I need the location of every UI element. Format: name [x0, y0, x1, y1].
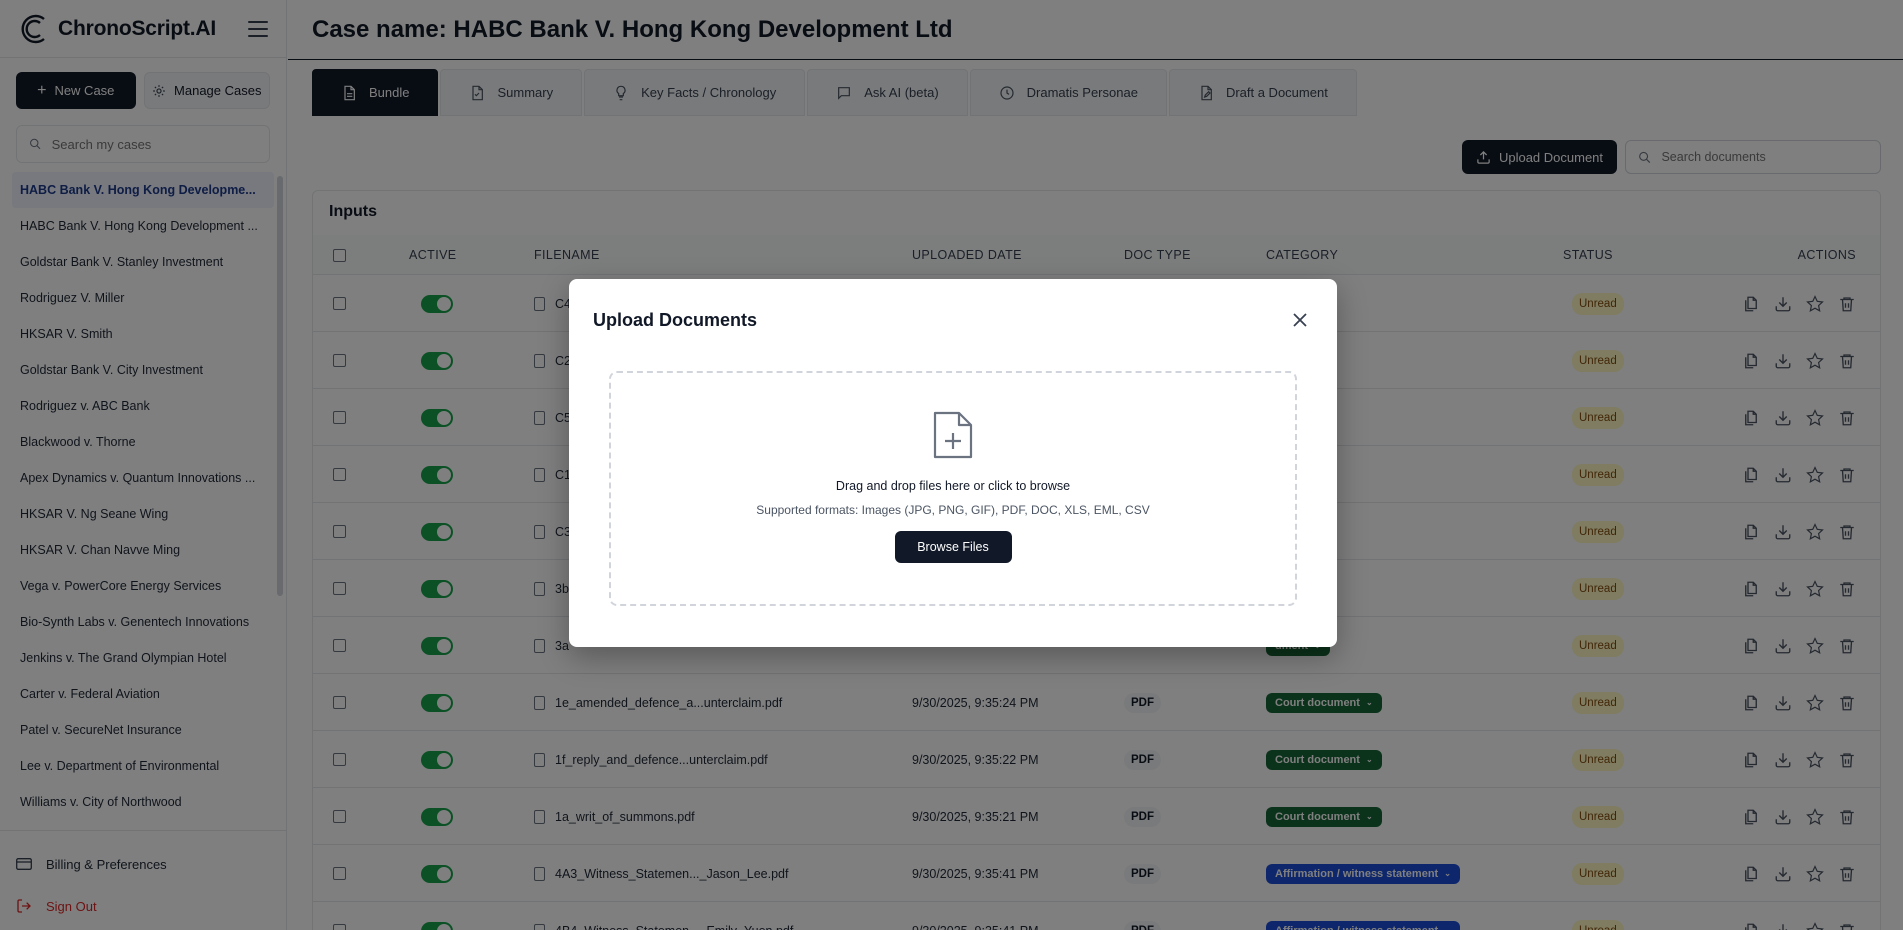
- dropzone-instruction: Drag and drop files here or click to bro…: [835, 479, 1071, 493]
- modal-backdrop[interactable]: Upload Documents Drag and drop files her…: [0, 0, 1903, 930]
- file-dropzone[interactable]: Drag and drop files here or click to bro…: [609, 371, 1297, 606]
- upload-documents-modal: Upload Documents Drag and drop files her…: [569, 279, 1337, 647]
- supported-formats-text: Supported formats: Images (JPG, PNG, GIF…: [756, 503, 1150, 517]
- file-plus-icon: [933, 411, 973, 459]
- close-icon[interactable]: [1291, 311, 1309, 329]
- browse-files-button[interactable]: Browse Files: [894, 531, 1012, 563]
- modal-title: Upload Documents: [593, 310, 758, 330]
